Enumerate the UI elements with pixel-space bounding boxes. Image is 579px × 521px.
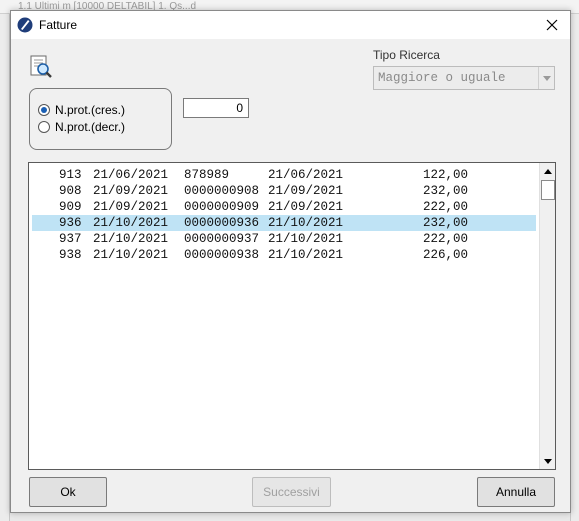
scroll-up-button[interactable] bbox=[540, 163, 555, 179]
cell-document: 0000000938 bbox=[184, 248, 260, 262]
cell-amount: 222,00 bbox=[423, 200, 469, 214]
radio-button-selected[interactable] bbox=[38, 104, 50, 116]
list-item-selected[interactable]: 936 21/10/2021 0000000936 21/10/2021 232… bbox=[32, 215, 536, 231]
fatture-dialog: Fatture Tipo Ricerca Maggiore o uguale N… bbox=[10, 10, 571, 513]
cell-number: 909 bbox=[59, 200, 82, 214]
protocol-number-input[interactable] bbox=[183, 98, 249, 118]
cell-number: 938 bbox=[59, 248, 82, 262]
list-item[interactable]: 909 21/09/2021 0000000909 21/09/2021 222… bbox=[32, 199, 536, 215]
cell-date2: 21/10/2021 bbox=[268, 248, 344, 262]
document-search-icon bbox=[30, 55, 52, 78]
cell-document: 878989 bbox=[184, 168, 230, 182]
scrollbar-thumb[interactable] bbox=[541, 180, 555, 200]
close-button[interactable] bbox=[534, 11, 570, 39]
cell-date2: 21/09/2021 bbox=[268, 184, 344, 198]
list-item[interactable]: 908 21/09/2021 0000000908 21/09/2021 232… bbox=[32, 183, 536, 199]
ok-button[interactable]: Ok bbox=[29, 477, 107, 507]
tipo-ricerca-label: Tipo Ricerca bbox=[373, 48, 440, 62]
cell-number: 908 bbox=[59, 184, 82, 198]
vertical-scrollbar[interactable] bbox=[539, 163, 555, 469]
cell-date2: 21/06/2021 bbox=[268, 168, 344, 182]
cell-document: 0000000908 bbox=[184, 184, 260, 198]
cell-amount: 122,00 bbox=[423, 168, 469, 182]
successivi-button[interactable]: Successivi bbox=[252, 477, 331, 507]
cell-date: 21/09/2021 bbox=[93, 200, 169, 214]
title-bar[interactable]: Fatture bbox=[11, 11, 570, 39]
cell-document: 0000000909 bbox=[184, 200, 260, 214]
cell-document: 0000000936 bbox=[184, 216, 260, 230]
scroll-down-button[interactable] bbox=[540, 453, 555, 469]
list-item[interactable]: 938 21/10/2021 0000000938 21/10/2021 226… bbox=[32, 247, 536, 263]
cell-amount: 232,00 bbox=[423, 216, 469, 230]
arrow-down-icon bbox=[544, 458, 552, 464]
radio-nprot-cres-label: N.prot.(cres.) bbox=[55, 103, 126, 117]
list-item[interactable]: 913 21/06/2021 878989 21/06/2021 122,00 bbox=[32, 167, 536, 183]
cell-amount: 222,00 bbox=[423, 232, 469, 246]
cell-document: 0000000937 bbox=[184, 232, 260, 246]
tipo-ricerca-select[interactable]: Maggiore o uguale bbox=[373, 66, 555, 90]
cell-amount: 232,00 bbox=[423, 184, 469, 198]
app-logo-icon bbox=[17, 17, 33, 33]
cell-number: 913 bbox=[59, 168, 82, 182]
background-window-left bbox=[0, 14, 10, 521]
cell-date2: 21/09/2021 bbox=[268, 200, 344, 214]
arrow-up-icon bbox=[544, 168, 552, 174]
annulla-button[interactable]: Annulla bbox=[477, 477, 555, 507]
background-window-right bbox=[570, 14, 579, 521]
cell-date: 21/10/2021 bbox=[93, 248, 169, 262]
radio-nprot-cres[interactable]: N.prot.(cres.) bbox=[38, 103, 125, 117]
invoice-list[interactable]: 913 21/06/2021 878989 21/06/2021 122,00 … bbox=[28, 162, 556, 470]
order-radio-group: N.prot.(cres.) N.prot.(decr.) bbox=[29, 88, 172, 150]
cell-date2: 21/10/2021 bbox=[268, 232, 344, 246]
cell-date: 21/10/2021 bbox=[93, 232, 169, 246]
cell-date2: 21/10/2021 bbox=[268, 216, 344, 230]
tipo-ricerca-value: Maggiore o uguale bbox=[378, 71, 506, 85]
list-item[interactable]: 937 21/10/2021 0000000937 21/10/2021 222… bbox=[32, 231, 536, 247]
cell-date: 21/09/2021 bbox=[93, 184, 169, 198]
radio-button[interactable] bbox=[38, 121, 50, 133]
cell-date: 21/10/2021 bbox=[93, 216, 169, 230]
radio-nprot-decr[interactable]: N.prot.(decr.) bbox=[38, 120, 125, 134]
window-title: Fatture bbox=[39, 18, 78, 32]
chevron-down-icon[interactable] bbox=[538, 67, 555, 89]
close-icon bbox=[546, 19, 558, 31]
cell-number: 936 bbox=[59, 216, 82, 230]
radio-nprot-decr-label: N.prot.(decr.) bbox=[55, 120, 126, 134]
cell-amount: 226,00 bbox=[423, 248, 469, 262]
cell-number: 937 bbox=[59, 232, 82, 246]
cell-date: 21/06/2021 bbox=[93, 168, 169, 182]
